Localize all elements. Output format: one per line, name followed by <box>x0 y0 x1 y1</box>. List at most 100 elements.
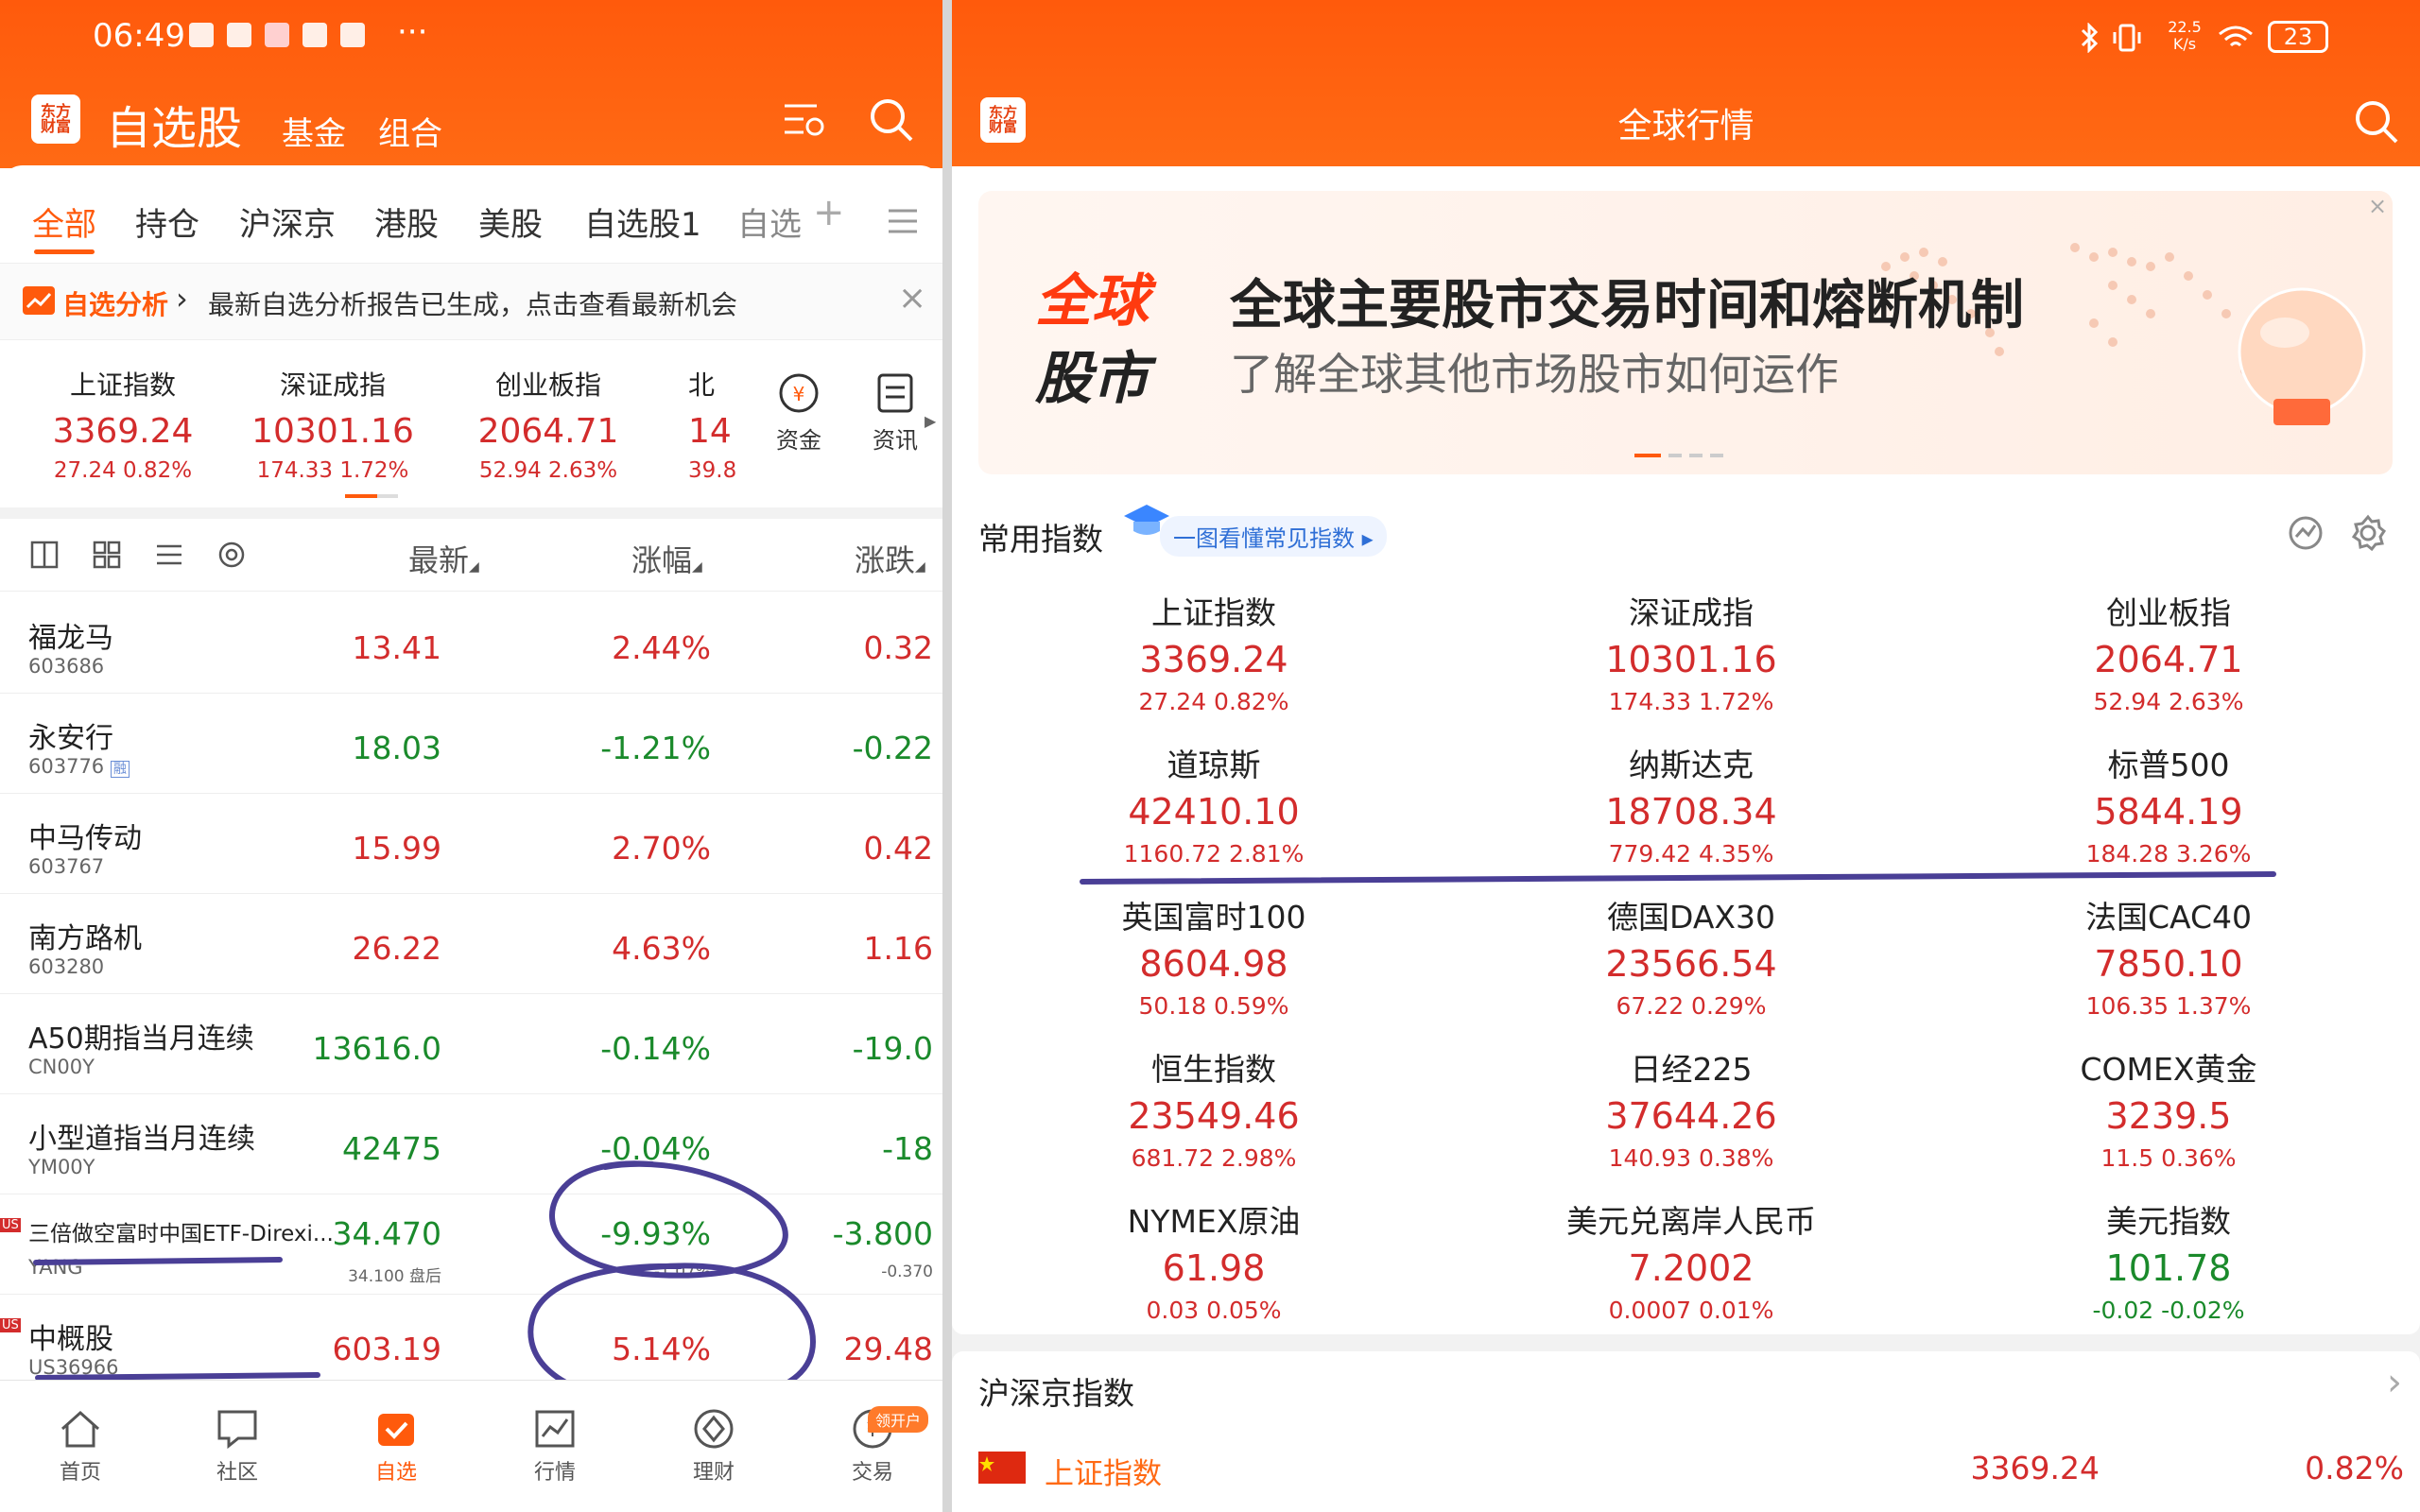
stock-code: YM00Y <box>28 1156 95 1178</box>
table-row[interactable]: 中马传动 603767 15.99 2.70% 0.42 <box>0 794 942 894</box>
tab-hushenjing[interactable]: 沪深京 <box>239 198 336 245</box>
nav-watchlist[interactable]: 自选 <box>344 1408 448 1486</box>
index-cell[interactable]: 英国富时100 8604.98 50.18 0.59% <box>1072 892 1356 1020</box>
search-icon[interactable] <box>868 96 915 144</box>
table-row[interactable]: 福龙马 603686 13.41 2.44% 0.32 <box>0 593 942 694</box>
close-icon[interactable]: × <box>898 279 926 318</box>
index-change: 27.24 0.82% <box>1138 688 1289 715</box>
index-change: 52.94 2.63% <box>478 458 618 483</box>
index-change: 681.72 2.98% <box>1131 1144 1297 1172</box>
index-change: 50.18 0.59% <box>1138 992 1289 1020</box>
index-cell[interactable]: 标普500 5844.19 184.28 3.26% <box>2027 740 2310 868</box>
tab-hk[interactable]: 港股 <box>374 198 439 245</box>
fund-shortcut[interactable]: ¥ 资金 <box>766 372 832 455</box>
index-value: 3239.5 <box>2105 1095 2232 1137</box>
stock-name: 永安行 <box>28 722 113 755</box>
index-card[interactable]: 深证成指 10301.16 174.33 1.72% <box>248 365 418 483</box>
tab-all[interactable]: 全部 <box>32 198 96 245</box>
section-more-icon[interactable]: › <box>2387 1361 2402 1404</box>
stock-code: US36966 <box>28 1356 119 1379</box>
stock-price: 603.19 <box>332 1331 441 1367</box>
index-change: 779.42 4.35% <box>1608 840 1774 868</box>
index-cell[interactable]: 恒生指数 23549.46 681.72 2.98% <box>1072 1044 1356 1172</box>
chart-toggle-icon[interactable] <box>2287 514 2325 552</box>
stock-code-text: 603686 <box>28 655 105 678</box>
banner[interactable]: 全球 股市 全球主要股市交易时间和熔断机制 了解全球其他市场股市如何运作 × <box>978 191 2393 474</box>
split-divider[interactable] <box>942 0 952 1512</box>
page-title: 自选股 <box>106 102 243 155</box>
chat-icon <box>217 1410 257 1450</box>
table-row[interactable]: A50期指当月连续 CN00Y 13616.0 -0.14% -19.0 <box>0 994 942 1094</box>
banner-close-icon[interactable]: × <box>2368 193 2387 219</box>
stock-price: 42475 <box>342 1130 441 1167</box>
tab-holdings[interactable]: 持仓 <box>135 198 199 245</box>
section-title: 沪深京指数 <box>978 1375 1134 1412</box>
index-name: 纳斯达克 <box>1629 747 1754 783</box>
stock-pct: -0.04% <box>600 1130 711 1167</box>
stock-code: YANG <box>28 1256 83 1279</box>
index-card[interactable]: 上证指数 3369.24 27.24 0.82% <box>47 365 199 483</box>
index-cell[interactable]: 美元指数 101.78 -0.02 -0.02% <box>2027 1196 2310 1324</box>
nav-community[interactable]: 社区 <box>185 1408 289 1486</box>
news-shortcut[interactable]: 资讯 <box>862 372 928 455</box>
tab-combo[interactable]: 组合 <box>378 108 442 154</box>
settings-list-icon[interactable] <box>783 100 826 140</box>
table-row[interactable]: 南方路机 603280 26.22 4.63% 1.16 <box>0 894 942 994</box>
stock-name: 中马传动 <box>28 822 142 855</box>
table-row[interactable]: 永安行 603776 融 18.03 -1.21% -0.22 <box>0 694 942 794</box>
index-cell[interactable]: 日经225 37644.26 140.93 0.38% <box>1549 1044 1833 1172</box>
nav-finance[interactable]: 理财 <box>662 1408 766 1486</box>
index-cell[interactable]: 创业板指 2064.71 52.94 2.63% <box>2027 588 2310 715</box>
table-row[interactable]: 小型道指当月连续 YM00Y 42475 -0.04% -18 <box>0 1094 942 1194</box>
hs-index-row[interactable]: 上证指数 3369.24 0.82% <box>952 1436 2420 1512</box>
grid-view-icon[interactable] <box>93 541 121 569</box>
index-card[interactable]: 创业板指 2064.71 52.94 2.63% <box>463 365 633 483</box>
layout-toggle-icon[interactable] <box>30 541 59 569</box>
col-pct[interactable]: 涨幅◢ <box>631 537 702 580</box>
nav-home[interactable]: 首页 <box>28 1408 132 1486</box>
nav-market[interactable]: 行情 <box>503 1408 607 1486</box>
index-cell[interactable]: COMEX黄金 3239.5 11.5 0.36% <box>2027 1044 2310 1172</box>
index-name: 法国CAC40 <box>2084 899 2253 936</box>
target-icon[interactable] <box>217 541 246 569</box>
index-cell[interactable]: 上证指数 3369.24 27.24 0.82% <box>1072 588 1356 715</box>
index-cell[interactable]: NYMEX原油 61.98 0.03 0.05% <box>1072 1196 1356 1324</box>
index-cell[interactable]: 法国CAC40 7850.10 106.35 1.37% <box>2027 892 2310 1020</box>
tab-custom1[interactable]: 自选股1 <box>584 198 701 245</box>
stock-chg: -19.0 <box>852 1030 933 1067</box>
col-chg[interactable]: 涨跌◢ <box>855 537 925 580</box>
index-cell[interactable]: 美元兑离岸人民币 7.2002 0.0007 0.01% <box>1549 1196 1833 1324</box>
open-account-badge[interactable]: 领开户 <box>868 1406 929 1433</box>
wifi-icon <box>2219 26 2253 47</box>
index-card[interactable]: 北 14 39.8 <box>688 365 745 483</box>
scroll-right-icon[interactable]: ▶ <box>925 412 936 430</box>
stock-pct: 2.44% <box>612 629 711 666</box>
stock-price: 13616.0 <box>312 1030 441 1067</box>
search-icon[interactable] <box>2353 98 2400 146</box>
tab-custom-more[interactable]: 自选 <box>737 198 802 245</box>
index-value: 10301.16 <box>1605 639 1777 680</box>
gear-icon[interactable] <box>2349 514 2387 552</box>
table-row[interactable]: US 三倍做空富时中国ETF-Direxi... YANG 34.470 -9.93% -… <box>0 1194 942 1295</box>
stock-code-text: US36966 <box>28 1356 119 1379</box>
col-latest[interactable]: 最新◢ <box>408 537 479 580</box>
index-cell[interactable]: 纳斯达克 18708.34 779.42 4.35% <box>1549 740 1833 868</box>
stock-price: 18.03 <box>352 730 441 766</box>
notice-arrow: › <box>176 281 188 317</box>
add-tab-icon[interactable]: + <box>813 191 845 234</box>
tab-fund[interactable]: 基金 <box>282 108 346 154</box>
index-cell[interactable]: 德国DAX30 23566.54 67.22 0.29% <box>1549 892 1833 1020</box>
notice-tag: 自选分析 <box>62 289 169 320</box>
index-cell[interactable]: 道琼斯 42410.10 1160.72 2.81% <box>1072 740 1356 868</box>
index-cell[interactable]: 深证成指 10301.16 174.33 1.72% <box>1549 588 1833 715</box>
nav-home-label: 首页 <box>59 1461 101 1485</box>
guide-link[interactable]: 一图看懂常见指数 ▸ <box>1160 516 1387 557</box>
index-value: 101.78 <box>2105 1247 2232 1289</box>
index-name: 德国DAX30 <box>1606 899 1775 936</box>
notice-bar[interactable]: 自选分析 › 最新自选分析报告已生成，点击查看最新机会 × <box>0 263 942 340</box>
list-view-icon[interactable] <box>155 541 183 569</box>
stock-chg: 29.48 <box>843 1331 933 1367</box>
tab-us[interactable]: 美股 <box>478 198 543 245</box>
menu-icon[interactable] <box>889 208 917 234</box>
index-name: 日经225 <box>1630 1051 1753 1088</box>
